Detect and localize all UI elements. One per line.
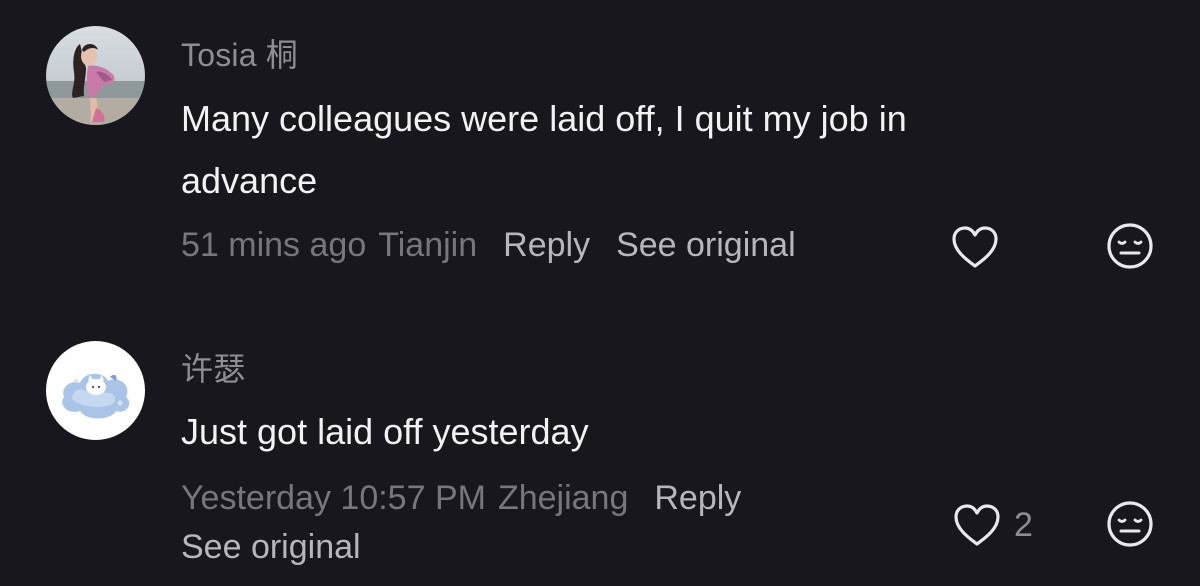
comment-meta: Yesterday 10:57 PM Zhejiang Reply: [181, 476, 767, 520]
comment-location: Tianjin: [378, 226, 478, 264]
comment-text: Just got laid off yesterday: [181, 411, 589, 452]
avatar-photo-image: [46, 26, 145, 125]
comment-item: 许瑟 Just got laid off yesterday Yesterday…: [0, 300, 1200, 586]
comment-time: 51 mins ago: [181, 226, 367, 264]
reply-button[interactable]: Reply: [503, 226, 590, 264]
neutral-face-icon: [1107, 501, 1153, 547]
see-original-button[interactable]: See original: [181, 528, 361, 566]
comment-username[interactable]: 许瑟: [181, 349, 245, 389]
avatar-illustration-image: [46, 341, 145, 440]
neutral-face-icon: [1107, 223, 1153, 269]
comment-meta-line-2: See original: [181, 525, 387, 569]
comment-location: Zhejiang: [497, 479, 629, 517]
comment-meta: 51 mins ago Tianjin Reply See original: [181, 223, 822, 267]
comment-time: Yesterday 10:57 PM: [181, 479, 486, 517]
dislike-button[interactable]: [1106, 500, 1154, 548]
like-count: 2: [1014, 506, 1033, 544]
dislike-button[interactable]: [1106, 222, 1154, 270]
like-button[interactable]: 2: [952, 502, 1033, 548]
comment-item: Tosia 桐 Many colleagues were laid off, I…: [0, 0, 1200, 300]
see-original-button[interactable]: See original: [616, 226, 796, 264]
heart-outline-icon: [954, 504, 1000, 546]
comment-username[interactable]: Tosia 桐: [181, 35, 298, 75]
comment-text: Many colleagues were laid off, I quit my…: [181, 98, 907, 201]
reply-button[interactable]: Reply: [654, 479, 741, 517]
heart-outline-icon: [952, 226, 998, 268]
avatar[interactable]: [46, 341, 145, 440]
like-button[interactable]: [950, 224, 1012, 270]
avatar[interactable]: [46, 26, 145, 125]
